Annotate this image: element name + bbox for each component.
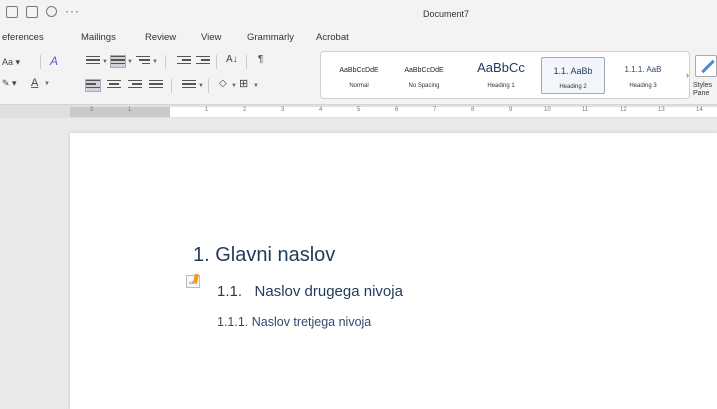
heading-1-text[interactable]: 1. Glavni naslov: [193, 244, 335, 267]
paintbrush-icon: [695, 55, 717, 77]
style-name: Normal: [349, 83, 369, 89]
style-sample: 1.1.1. AaB: [624, 65, 662, 74]
quick-access-toolbar: ···: [6, 5, 80, 18]
spelling-correction-icon[interactable]: ABC: [186, 273, 200, 288]
borders-caret[interactable]: ▼: [253, 83, 259, 89]
style-sample: AaBbCcDdE: [404, 67, 444, 74]
ruler-number: 12: [620, 107, 627, 113]
style-heading-1[interactable]: AaBbCc Heading 1: [468, 57, 534, 94]
style-heading-3[interactable]: 1.1.1. AaB Heading 3: [611, 57, 675, 94]
ruler-text-area: [170, 107, 717, 117]
divider: [208, 79, 209, 93]
style-sample: 1.1. AaBb: [553, 66, 593, 76]
style-name: Heading 1: [487, 83, 515, 89]
style-heading-2[interactable]: 1.1. AaBb Heading 2: [541, 57, 605, 94]
ruler-number: 13: [658, 107, 665, 113]
font-color-caret[interactable]: ▼: [44, 81, 50, 87]
numbering-icon[interactable]: [110, 55, 126, 68]
clear-formatting-icon[interactable]: A: [50, 54, 58, 68]
mail-icon[interactable]: [6, 6, 18, 18]
ruler-margin: [70, 107, 170, 117]
align-center-icon[interactable]: [107, 80, 121, 91]
tab-grammarly[interactable]: Grammarly: [247, 32, 294, 43]
divider: [171, 79, 172, 93]
style-sample: AaBbCc: [477, 60, 525, 75]
borders-icon[interactable]: ⊞: [239, 77, 248, 90]
ruler-number: 2: [90, 107, 94, 113]
ruler-number: 9: [509, 107, 513, 113]
search-icon[interactable]: [46, 6, 57, 17]
divider: [40, 55, 41, 69]
justify-icon[interactable]: [149, 80, 163, 91]
align-right-icon[interactable]: [128, 80, 142, 91]
ruler-number: 3: [281, 107, 285, 113]
ruler-number: 10: [544, 107, 551, 113]
heading-2-text[interactable]: 1.1. Naslov drugega nivoja: [217, 283, 403, 300]
multilevel-list-icon[interactable]: [136, 56, 150, 67]
divider: [165, 55, 166, 69]
styles-pane-button[interactable]: Styles Pane: [693, 52, 717, 102]
ruler-number: 7: [433, 107, 437, 113]
divider: [246, 55, 247, 69]
sort-icon[interactable]: A↓: [226, 54, 238, 65]
style-sample: AaBbCcDdE: [339, 67, 379, 74]
tab-acrobat[interactable]: Acrobat: [316, 32, 349, 43]
ruler-number: 14: [696, 107, 703, 113]
ruler-number: 11: [582, 107, 589, 113]
ruler-number: 5: [357, 107, 361, 113]
style-name: No Spacing: [408, 83, 440, 89]
styles-gallery: AaBbCcDdE Normal AaBbCcDdE No Spacing Aa…: [320, 51, 690, 99]
style-name: Heading 3: [629, 83, 657, 89]
bullets-icon[interactable]: [86, 56, 100, 67]
style-normal[interactable]: AaBbCcDdE Normal: [329, 57, 389, 94]
show-formatting-icon[interactable]: ¶: [258, 54, 263, 65]
bullets-caret[interactable]: ▼: [102, 59, 108, 65]
ruler[interactable]: 2 1 1 2 3 4 5 6 7 8 9 10 11 12 13 14: [0, 104, 717, 118]
tab-view[interactable]: View: [201, 32, 221, 43]
style-no-spacing[interactable]: AaBbCcDdE No Spacing: [394, 57, 454, 94]
ruler-number: 2: [243, 107, 247, 113]
title-bar: ··· Document7: [0, 0, 717, 28]
shading-caret[interactable]: ▼: [231, 83, 237, 89]
line-spacing-icon[interactable]: [182, 80, 196, 91]
chevron-right-icon[interactable]: ›: [686, 70, 689, 80]
new-document-icon[interactable]: [26, 6, 38, 18]
ribbon-tabs: eferences Mailings Review View Grammarly…: [0, 28, 717, 48]
more-icon[interactable]: ···: [65, 5, 80, 18]
styles-pane-label: Styles Pane: [693, 82, 713, 97]
highlight-icon[interactable]: ✎ ▾: [2, 78, 17, 89]
decrease-indent-icon[interactable]: [177, 56, 191, 67]
style-name: Heading 2: [559, 84, 587, 90]
change-case-label: Aa: [2, 57, 14, 67]
line-spacing-caret[interactable]: ▼: [198, 83, 204, 89]
font-color-button[interactable]: A: [31, 77, 38, 89]
heading-3-text[interactable]: 1.1.1. Naslov tretjega nivoja: [217, 315, 371, 329]
align-left-icon[interactable]: [85, 79, 101, 92]
numbering-caret[interactable]: ▼: [127, 59, 133, 65]
font-color-label: A: [31, 77, 39, 89]
tab-references[interactable]: eferences: [2, 32, 44, 43]
ruler-number: 4: [319, 107, 323, 113]
ribbon: Aa ▾ A ✎ ▾ A ▼ ▼ ▼ ▼ A↓ ¶ ▼ ◇ ▼ ⊞ ▼ AaBb…: [0, 48, 717, 104]
multilevel-caret[interactable]: ▼: [152, 59, 158, 65]
shading-icon[interactable]: ◇: [219, 78, 227, 89]
ruler-number: 1: [205, 107, 209, 113]
tab-mailings[interactable]: Mailings: [81, 32, 116, 43]
document-title: Document7: [423, 9, 470, 19]
ruler-number: 6: [395, 107, 399, 113]
divider: [216, 55, 217, 69]
change-case-button[interactable]: Aa ▾: [2, 57, 20, 68]
ruler-number: 1: [128, 107, 132, 113]
tab-review[interactable]: Review: [145, 32, 176, 43]
document-page[interactable]: [70, 133, 717, 409]
increase-indent-icon[interactable]: [196, 56, 210, 67]
ruler-number: 8: [471, 107, 475, 113]
